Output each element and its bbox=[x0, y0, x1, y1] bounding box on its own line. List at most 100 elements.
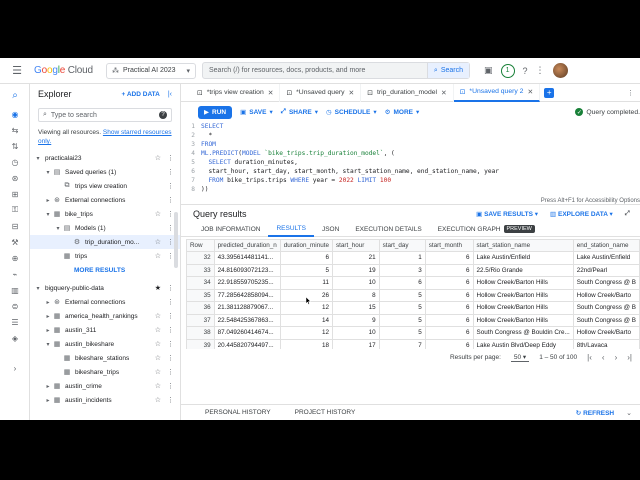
tree-item[interactable]: ▸ ▦ austin_311 ☆ ⋮ bbox=[30, 323, 180, 337]
star-icon[interactable]: ☆ bbox=[155, 326, 161, 334]
more-results-button[interactable]: MORE RESULTS bbox=[30, 263, 180, 277]
tab-query[interactable]: ⊡ *Unsaved query ✕ bbox=[280, 83, 362, 102]
transfers-icon[interactable]: ⇅ bbox=[0, 138, 30, 154]
results-per-page-select[interactable]: 50 ▾ bbox=[510, 353, 530, 362]
tree-item[interactable]: ⚙ trip_duration_mo... ☆ ⋮ bbox=[30, 235, 180, 249]
add-data-button[interactable]: + ADD DATA bbox=[122, 91, 160, 98]
tree-item[interactable]: ▾ ▤ Saved queries (1) ⋮ bbox=[30, 165, 180, 179]
more-vert-icon[interactable]: ⋮ bbox=[167, 368, 174, 376]
tree-item[interactable]: ▾ ▤ Models (1) ⋮ bbox=[30, 221, 180, 235]
close-icon[interactable]: ✕ bbox=[349, 89, 355, 97]
schedule-icon[interactable]: ◷ bbox=[0, 154, 30, 170]
more-vert-icon[interactable]: ⋮ bbox=[167, 238, 174, 246]
help-icon[interactable]: ? bbox=[159, 111, 167, 119]
expand-rail-icon[interactable]: › bbox=[0, 360, 30, 376]
chevron-right-icon[interactable]: ▸ bbox=[44, 299, 52, 306]
table-row[interactable]: 38 87.049260414674... 12 10 5 6 South Congress… bbox=[186, 326, 640, 340]
tab-query[interactable]: ⊡ *trips view creation ✕ bbox=[191, 83, 281, 102]
settings-icon[interactable]: ◈ bbox=[0, 330, 30, 346]
collapse-icon[interactable]: ⌄ bbox=[626, 409, 632, 417]
tab-job-information[interactable]: JOB INFORMATION bbox=[193, 222, 268, 237]
cloud-shell-icon[interactable]: ▣ bbox=[484, 65, 493, 76]
column-header[interactable]: duration_minute bbox=[279, 239, 333, 252]
new-tab-button[interactable]: + bbox=[544, 87, 555, 98]
chevron-right-icon[interactable]: ▸ bbox=[44, 383, 52, 390]
dataform-icon[interactable]: ⊞ bbox=[0, 186, 30, 202]
star-icon[interactable]: ☆ bbox=[155, 252, 161, 260]
tab-json[interactable]: JSON bbox=[314, 222, 347, 237]
close-icon[interactable]: ✕ bbox=[268, 89, 274, 97]
chevron-right-icon[interactable]: ▸ bbox=[44, 397, 52, 404]
run-button[interactable]: ▶ RUN bbox=[198, 105, 233, 119]
chevron-down-icon[interactable]: ▾ bbox=[44, 169, 52, 176]
chevron-down-icon[interactable]: ▾ bbox=[34, 285, 42, 292]
chevron-down-icon[interactable]: ▾ bbox=[44, 211, 52, 218]
more-vert-icon[interactable]: ⋮ bbox=[536, 65, 545, 76]
save-button[interactable]: ▣ SAVE ▾ bbox=[240, 108, 273, 117]
close-icon[interactable]: ✕ bbox=[527, 88, 533, 96]
tree-item[interactable]: ▦ bikeshare_stations ☆ ⋮ bbox=[30, 351, 180, 365]
first-page-icon[interactable]: |‹ bbox=[587, 353, 592, 362]
release-notes-icon[interactable]: ☰ bbox=[0, 314, 30, 330]
chevron-right-icon[interactable]: ▸ bbox=[44, 197, 52, 204]
tree-item[interactable]: ▸ ▦ austin_crime ☆ ⋮ bbox=[30, 379, 180, 393]
more-vert-icon[interactable]: ⋮ bbox=[627, 89, 634, 97]
close-icon[interactable]: ✕ bbox=[441, 89, 447, 97]
table-row[interactable]: 39 20.445820794497... 18 17 7 6 Lake Austin Bl… bbox=[186, 338, 640, 349]
more-button[interactable]: ⚙ MORE ▾ bbox=[385, 108, 420, 117]
tree-item[interactable]: ▸ ⊛ External connections ⋮ bbox=[30, 193, 180, 207]
more-vert-icon[interactable]: ⋮ bbox=[167, 224, 174, 232]
tree-item[interactable]: ▾ bigquery-public-data ★ ⋮ bbox=[30, 281, 180, 295]
more-vert-icon[interactable]: ⋮ bbox=[167, 252, 174, 260]
project-history-tab[interactable]: PROJECT HISTORY bbox=[295, 409, 356, 416]
tree-item[interactable]: ▾ ▦ bike_trips ☆ ⋮ bbox=[30, 207, 180, 221]
column-header[interactable]: end_station_name bbox=[572, 239, 640, 252]
more-vert-icon[interactable]: ⋮ bbox=[167, 154, 174, 162]
star-icon[interactable]: ☆ bbox=[155, 382, 161, 390]
more-vert-icon[interactable]: ⋮ bbox=[167, 182, 174, 190]
search-input[interactable]: Search (/) for resources, docs, products… bbox=[202, 62, 470, 79]
menu-icon[interactable]: ☰ bbox=[0, 64, 34, 77]
table-row[interactable]: 32 43.395614481141... 6 21 1 6 Lake Austin/Enf… bbox=[186, 251, 640, 265]
results-grid-container[interactable]: Row predicted_duration_n duration_minute st… bbox=[181, 237, 640, 349]
collapse-panel-icon[interactable]: |‹ bbox=[168, 91, 172, 98]
more-vert-icon[interactable]: ⋮ bbox=[167, 168, 174, 176]
explorer-scrollbar[interactable] bbox=[174, 212, 178, 268]
table-row[interactable]: 36 21.381128879067... 12 15 5 6 Hollow Creek/B… bbox=[186, 301, 640, 315]
tree-item[interactable]: ▾ practicalai23 ☆ ⋮ bbox=[30, 151, 180, 165]
chevron-right-icon[interactable]: ▸ bbox=[44, 327, 52, 334]
expand-icon[interactable]: ⤢ bbox=[625, 210, 630, 218]
star-icon[interactable]: ☆ bbox=[155, 354, 161, 362]
tab-execution-details[interactable]: EXECUTION DETAILS bbox=[347, 222, 429, 237]
column-header[interactable]: predicted_duration_n bbox=[213, 239, 281, 252]
tab-execution-graph[interactable]: EXECUTION GRAPH PREVIEW bbox=[430, 222, 543, 237]
share-button[interactable]: ⤢ SHARE ▾ bbox=[281, 108, 318, 116]
explore-data-button[interactable]: ▥ EXPLORE DATA ▾ bbox=[550, 210, 613, 218]
help-icon[interactable]: ? bbox=[523, 66, 528, 76]
table-row[interactable]: 35 77.285642858094... 26 8 5 6 Hollow Creek/Ba… bbox=[186, 288, 640, 302]
more-vert-icon[interactable]: ⋮ bbox=[167, 396, 174, 404]
explorer-search-input[interactable]: ⌕ Type to search ? bbox=[38, 108, 172, 122]
more-vert-icon[interactable]: ⋮ bbox=[167, 284, 174, 292]
tab-query[interactable]: ⊡ trip_duration_model ✕ bbox=[361, 83, 454, 102]
search-button[interactable]: ⌕ Search bbox=[426, 63, 469, 78]
admin-icon[interactable]: ⚒ bbox=[0, 234, 30, 250]
tree-item[interactable]: ▾ ▦ austin_bikeshare ☆ ⋮ bbox=[30, 337, 180, 351]
table-row[interactable]: 33 24.816093072123... 5 19 3 6 22.5/Rio Grande… bbox=[186, 263, 640, 277]
more-vert-icon[interactable]: ⋮ bbox=[167, 312, 174, 320]
personal-history-tab[interactable]: PERSONAL HISTORY bbox=[205, 409, 271, 416]
more-vert-icon[interactable]: ⋮ bbox=[167, 298, 174, 306]
star-icon[interactable]: ☆ bbox=[155, 154, 161, 162]
chart-icon[interactable]: ▥ bbox=[0, 282, 30, 298]
monitoring-icon[interactable]: ⌁ bbox=[0, 266, 30, 282]
column-header[interactable]: start_station_name bbox=[472, 239, 574, 252]
chevron-down-icon[interactable]: ▾ bbox=[44, 341, 52, 348]
more-vert-icon[interactable]: ⋮ bbox=[167, 382, 174, 390]
star-icon[interactable]: ☆ bbox=[155, 368, 161, 376]
pipelines-icon[interactable]: ⊟ bbox=[0, 218, 30, 234]
bigquery-search-icon[interactable]: ⌕ bbox=[0, 84, 30, 106]
project-picker[interactable]: ⁂ Practical AI 2023 ▾ bbox=[106, 62, 196, 79]
prev-page-icon[interactable]: ‹ bbox=[602, 353, 605, 362]
chevron-right-icon[interactable]: ▸ bbox=[44, 313, 52, 320]
policy-icon[interactable]: ⊜ bbox=[0, 298, 30, 314]
